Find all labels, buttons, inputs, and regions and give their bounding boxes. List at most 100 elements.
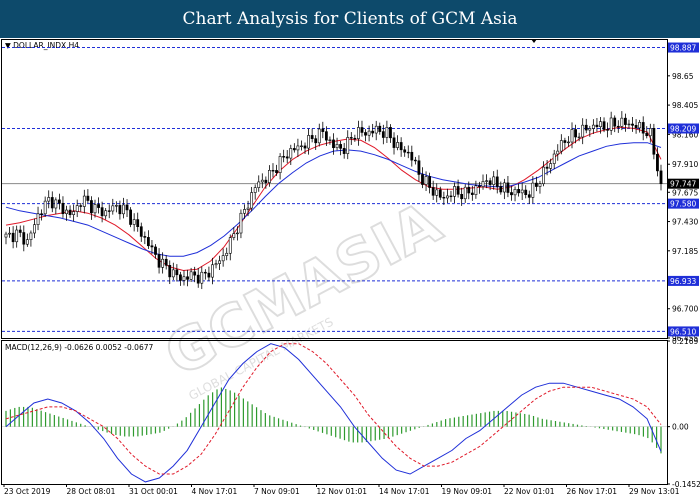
candle-body xyxy=(268,170,271,183)
candle-body xyxy=(65,209,68,215)
candle-body xyxy=(570,129,574,143)
candle-body xyxy=(627,123,631,126)
candle-body xyxy=(193,271,197,276)
candle-body xyxy=(296,145,300,151)
candle-body xyxy=(8,232,11,235)
candle-body xyxy=(659,170,663,184)
candle-body xyxy=(638,122,642,129)
candle-body xyxy=(524,189,528,195)
candle-body xyxy=(513,189,517,196)
time-tick-label: 31 Oct 00:01 xyxy=(129,487,178,496)
candle-body xyxy=(389,127,392,139)
candle-body xyxy=(50,197,54,209)
candle-body xyxy=(136,219,140,227)
candle-body xyxy=(157,254,161,268)
candle-body xyxy=(438,189,442,198)
candle-body xyxy=(371,130,375,134)
time-tick-label: 26 Nov 17:01 xyxy=(567,487,618,496)
candle-body xyxy=(171,269,175,278)
candle-body xyxy=(61,202,65,215)
candle-body xyxy=(235,232,239,235)
candle-body xyxy=(613,117,617,127)
time-tick-label: 7 Nov 09:01 xyxy=(254,487,300,496)
candle-body xyxy=(360,127,364,133)
candle-body xyxy=(385,127,389,138)
candle-body xyxy=(186,276,189,280)
candle-body xyxy=(535,182,538,187)
candle-body xyxy=(435,189,439,196)
candle-body xyxy=(139,226,143,237)
candle-body xyxy=(143,236,147,238)
candle-body xyxy=(392,137,396,148)
candle-body xyxy=(307,135,310,149)
level-tag-label: 96.933 xyxy=(670,277,696,286)
candle-body xyxy=(460,194,464,200)
candle-body xyxy=(364,132,367,136)
price-tick-label: 97.910 xyxy=(672,160,698,169)
macd-label: MACD(12,26,9) -0.0626 0.0052 -0.0677 xyxy=(5,343,153,352)
candle-body xyxy=(527,194,531,198)
candle-body xyxy=(495,176,499,187)
candle-body xyxy=(182,276,186,281)
candle-body xyxy=(421,174,424,185)
candle-body xyxy=(36,213,40,225)
candle-body xyxy=(602,121,606,130)
candle-body xyxy=(510,192,513,196)
candle-body xyxy=(260,179,264,183)
candle-body xyxy=(175,269,179,276)
candle-body xyxy=(538,183,542,187)
candle-body xyxy=(470,192,474,195)
candle-body xyxy=(18,229,22,233)
candle-body xyxy=(396,142,399,148)
candle-body xyxy=(403,149,407,153)
candle-body xyxy=(577,136,581,139)
candle-body xyxy=(556,150,560,155)
candle-body xyxy=(353,137,357,140)
candle-body xyxy=(79,205,83,207)
candle-body xyxy=(232,233,236,238)
candle-body xyxy=(246,207,250,210)
candle-body xyxy=(517,189,521,194)
candle-body xyxy=(72,211,76,215)
candle-body xyxy=(90,200,93,214)
time-tick-label: 23 Oct 2019 xyxy=(4,487,51,496)
candle-body xyxy=(168,265,172,278)
candle-body xyxy=(250,192,254,209)
candle-body xyxy=(289,148,293,159)
candle-body xyxy=(282,156,286,158)
candle-body xyxy=(264,179,268,183)
candle-body xyxy=(552,153,556,164)
candle-body xyxy=(645,132,649,137)
candle-body xyxy=(122,204,125,215)
candle-body xyxy=(453,186,456,197)
candle-body xyxy=(609,117,613,131)
candle-body xyxy=(346,137,350,154)
candle-body xyxy=(278,156,282,173)
candle-body xyxy=(467,186,471,194)
candle-body xyxy=(285,156,289,159)
candle-body xyxy=(11,232,15,243)
price-tick-label: 98.405 xyxy=(672,101,698,110)
candle-body xyxy=(314,138,318,144)
chart-svg: GCMASIA GLOBAL CAPITAL MARKETS ▼ DOLLAR_… xyxy=(1,39,700,496)
candle-body xyxy=(179,274,182,281)
time-tick-label: 28 Oct 08:01 xyxy=(67,487,116,496)
candle-body xyxy=(132,219,136,225)
candle-body xyxy=(488,180,492,185)
candle-body xyxy=(100,207,104,217)
macd-pane xyxy=(1,340,668,485)
candle-body xyxy=(481,181,485,187)
level-tag-label: 96.510 xyxy=(670,327,696,336)
candle-body xyxy=(456,186,460,195)
candle-body xyxy=(549,163,553,169)
candle-body xyxy=(271,170,275,172)
candle-body xyxy=(118,205,122,215)
candle-body xyxy=(349,137,353,139)
time-tick-label: 22 Nov 01:01 xyxy=(504,487,555,496)
candle-body xyxy=(531,182,535,198)
candle-body xyxy=(129,209,132,225)
candle-body xyxy=(321,128,325,132)
candle-body xyxy=(214,263,218,266)
price-tick-label: 96.700 xyxy=(672,305,698,314)
candle-body xyxy=(200,271,204,284)
